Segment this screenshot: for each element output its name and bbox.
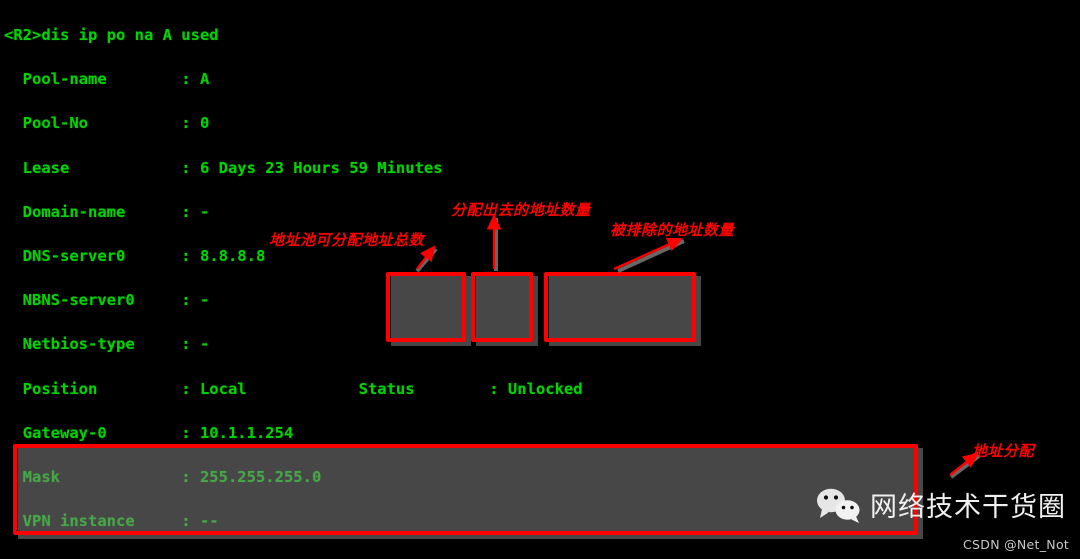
terminal-output: <R2>dis ip po na A used Pool-name : A Po… <box>0 0 1080 559</box>
terminal-line-gateway-0: Gateway-0 : 10.1.1.254 <box>4 423 294 442</box>
terminal-line-netbios-type: Netbios-type : - <box>4 335 210 354</box>
watermark-credit: CSDN @Net_Not <box>963 537 1070 552</box>
wechat-icon <box>817 488 860 523</box>
terminal-line-lease: Lease : 6 Days 23 Hours 59 Minutes <box>4 158 443 177</box>
annotation-label-total: 地址池可分配地址总数 <box>269 231 425 249</box>
watermark-brand-text: 网络技术干货圈 <box>870 492 1066 523</box>
terminal-line-nbns-server0: NBNS-server0 : - <box>4 291 210 310</box>
terminal-line-pool-no: Pool-No : 0 <box>4 114 210 133</box>
annotation-label-idle-expired: 被排除的地址数量 <box>610 221 735 239</box>
terminal-line-prompt: <R2>dis ip po na A used <box>4 26 219 45</box>
watermark: 网络技术干货圈 <box>816 485 1066 524</box>
pool-table-rule-top: ----------------------------------------… <box>4 554 1080 559</box>
terminal-line-pool-name: Pool-name : A <box>4 70 210 89</box>
annotation-label-used: 分配出去的地址数量 <box>451 201 591 219</box>
terminal-screenshot: <R2>dis ip po na A used Pool-name : A Po… <box>0 0 1080 559</box>
annotation-label-address-allocation: 地址分配 <box>972 442 1035 460</box>
terminal-line-position-status: Position : Local Status : Unlocked <box>4 379 583 398</box>
terminal-line-dns-server0: DNS-server0 : 8.8.8.8 <box>4 247 266 266</box>
